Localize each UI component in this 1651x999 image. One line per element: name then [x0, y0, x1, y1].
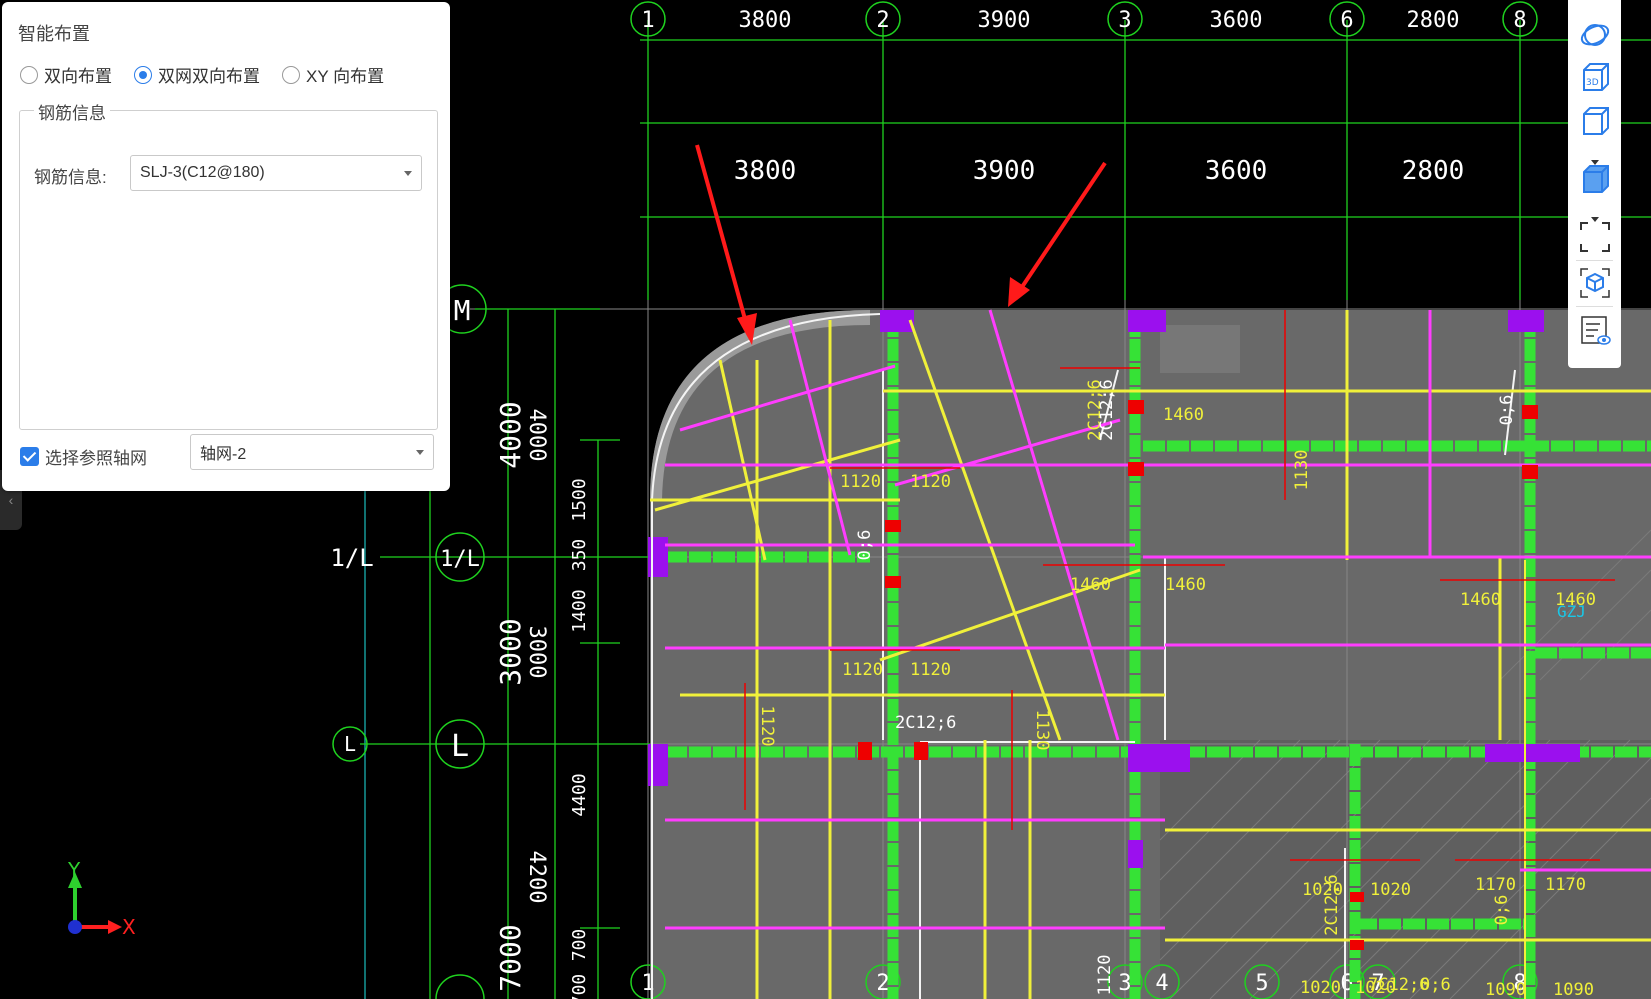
dim-text-top: 2800: [1407, 8, 1460, 33]
dim-text-left-small: 700: [569, 929, 590, 962]
rebar-annotation-white-rot: 0;6: [855, 530, 875, 561]
rebar-annotation-cyan: GZJ: [1557, 602, 1586, 621]
dim-text-top-2: 2800: [1402, 156, 1465, 186]
dim-text-top: 3800: [739, 8, 792, 33]
orbit-icon[interactable]: [1578, 18, 1612, 52]
radio-circle: [282, 65, 300, 84]
reference-grid-label: 选择参照轴网: [45, 449, 147, 468]
rebar-annotation-white-rot: 0;6: [1497, 395, 1517, 426]
radio-label: 双网双向布置: [158, 67, 260, 86]
ucs-icon: Y X: [67, 858, 136, 939]
rebar-annotation: 1170: [1475, 875, 1516, 895]
rebar-annotation: 1120: [910, 660, 951, 680]
rebar-annotation-rot: 1130: [1292, 450, 1312, 491]
layer-display-icon[interactable]: [1578, 314, 1612, 348]
rebar-annotation: 1460: [1165, 575, 1206, 595]
radio-label: 双向布置: [44, 67, 112, 86]
axis-label-top: 3: [1118, 8, 1131, 33]
group-title: 钢筋信息: [34, 99, 110, 124]
dim-text-left-rot: 4000: [524, 409, 549, 462]
toolbar-divider: [1576, 306, 1613, 307]
dim-text-top-2: 3800: [734, 156, 797, 186]
rebar-annotation: 1460: [1070, 575, 1111, 595]
dropdown-arrow-icon[interactable]: [1578, 146, 1612, 165]
checkbox-checked-icon: [20, 447, 39, 466]
rebar-annotation: 1460: [1163, 405, 1204, 425]
radio-circle-selected: [134, 65, 152, 84]
rebar-annotation: 1020: [1300, 978, 1341, 998]
rebar-annotation: 1090: [1553, 980, 1594, 999]
smart-layout-panel: 智能布置 双向布置 双网双向布置 XY 向布置 钢筋信息 钢筋信息: SLJ-3…: [2, 2, 450, 491]
rebar-annotation: 1120: [910, 472, 951, 492]
toolbar-divider: [1576, 260, 1613, 261]
rebar-annotation: 1460: [1460, 590, 1501, 610]
reference-grid-select[interactable]: 轴网-2: [190, 434, 434, 470]
rebar-annotation-rot: 1130: [1032, 710, 1052, 751]
rebar-info-group: 钢筋信息 钢筋信息: SLJ-3(C12@180): [19, 99, 438, 430]
radio-bidirectional[interactable]: 双向布置: [20, 62, 112, 87]
chevron-down-icon: [404, 171, 412, 176]
dim-text-left-small: 1500: [569, 478, 590, 521]
radio-circle: [20, 65, 38, 84]
axis-label-bottom: 4: [1155, 971, 1168, 996]
axis-label-top: 6: [1340, 8, 1353, 33]
dim-text-left: 7000: [494, 924, 527, 991]
panel-title: 智能布置: [18, 24, 90, 44]
rebar-annotation-white: 2C12;6: [895, 713, 956, 733]
dim-text-left-rot: 4200: [524, 851, 549, 904]
radio-double-net-bidirectional[interactable]: 双网双向布置: [134, 62, 260, 87]
solid-view-icon[interactable]: [1578, 162, 1612, 196]
dim-text-top-2: 3600: [1205, 156, 1268, 186]
rebar-info-select[interactable]: SLJ-3(C12@180): [130, 155, 422, 191]
svg-text:3D: 3D: [1586, 78, 1599, 88]
view-3d-icon[interactable]: 3D: [1578, 60, 1612, 94]
axis-label-top: 2: [876, 8, 889, 33]
ucs-x-label: X: [122, 915, 136, 939]
dim-text-left-rot: 3000: [524, 626, 549, 679]
axis-label-left: M: [454, 294, 471, 327]
rebar-annotation: 1090: [1485, 980, 1526, 999]
view-toolbar: 3D: [1568, 0, 1621, 368]
reference-grid-checkbox[interactable]: 选择参照轴网: [20, 444, 147, 469]
rebar-annotation-rot: 0;6: [1492, 895, 1512, 926]
rebar-annotation-rot: 2C12;6: [1322, 874, 1342, 935]
rebar-annotation-white-rot: 2C12;6: [1097, 379, 1117, 440]
rebar-info-value: SLJ-3(C12@180): [140, 164, 265, 181]
axis-label-bottom: 5: [1255, 971, 1268, 996]
rebar-annotation-rot: 1120: [757, 706, 777, 747]
radio-xy-direction[interactable]: XY 向布置: [282, 62, 384, 87]
axis-label-left-outer: L: [344, 732, 356, 756]
rebar-annotation: 1170: [1545, 875, 1586, 895]
axis-label-left-outer: 1/L: [330, 544, 373, 572]
ucs-y-label: Y: [67, 858, 81, 882]
dim-text-left-small: 4400: [569, 773, 590, 816]
dim-text-left: 4000: [494, 401, 527, 468]
rebar-info-label: 钢筋信息:: [34, 168, 107, 187]
dim-text-left-small: 1400: [569, 589, 590, 632]
rebar-annotation: 0;6: [1420, 975, 1451, 995]
rebar-annotation: 1020: [1370, 880, 1411, 900]
box-view-icon[interactable]: [1578, 104, 1612, 138]
axis-label-top: 8: [1513, 8, 1526, 33]
dim-text-left-small: 700: [569, 974, 590, 999]
radio-label: XY 向布置: [306, 67, 385, 86]
axis-label-left: L: [451, 729, 469, 764]
dropdown-arrow-icon[interactable]: [1578, 203, 1612, 222]
cube-view-icon[interactable]: [1578, 266, 1612, 300]
dim-text-top-2: 3900: [973, 156, 1036, 186]
axis-label-top: 1: [641, 8, 654, 33]
reference-grid-value: 轴网-2: [200, 446, 247, 463]
rebar-annotation: 1120: [842, 660, 883, 680]
rebar-annotation-white-rot: 1120: [1095, 955, 1115, 996]
layout-mode-radio-group: 双向布置 双网双向布置 XY 向布置: [20, 62, 384, 87]
dim-text-left-small: 350: [569, 539, 590, 572]
dim-text-left: 3000: [494, 618, 527, 685]
chevron-down-icon: [416, 450, 424, 455]
rebar-annotation: 1120: [840, 472, 881, 492]
axis-label-left: 1/L: [440, 547, 480, 572]
fit-view-icon[interactable]: [1578, 220, 1612, 254]
dim-text-top: 3600: [1210, 8, 1263, 33]
dim-text-top: 3900: [978, 8, 1031, 33]
